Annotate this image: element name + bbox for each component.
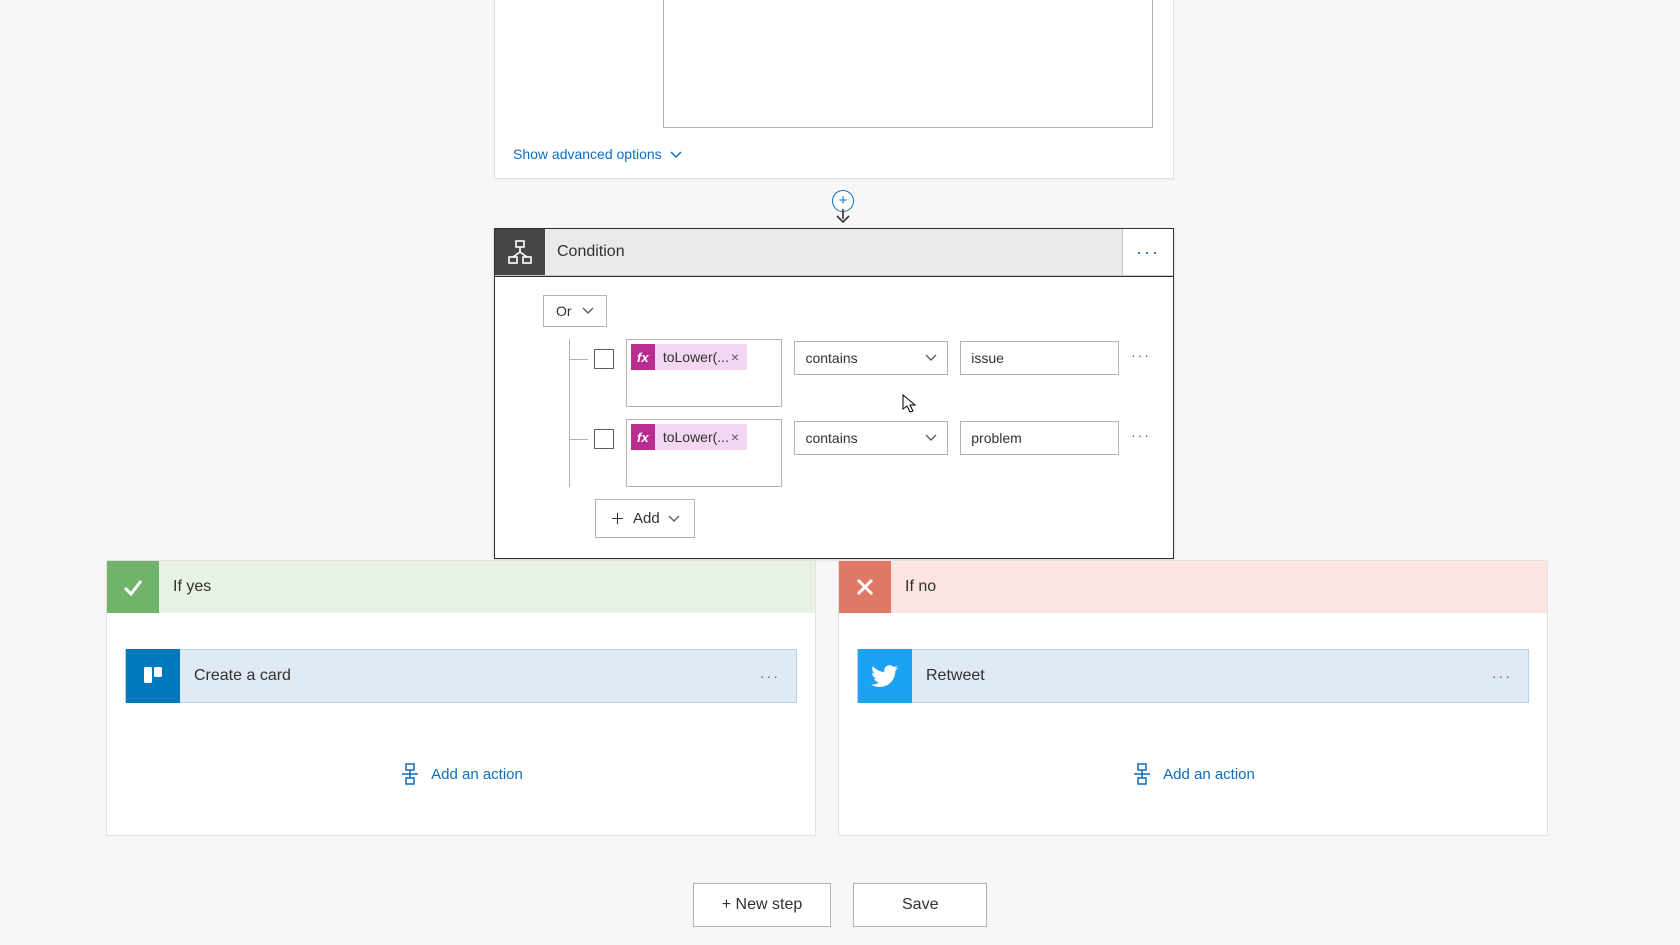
condition-value-input[interactable]: issue [960,341,1119,375]
row-menu-button[interactable]: ··· [1131,347,1151,363]
if-no-branch: If no Retweet ··· Add an action [838,560,1548,836]
add-action-link[interactable]: Add an action [399,763,523,785]
show-advanced-label: Show advanced options [513,146,662,162]
fx-icon: fx [631,344,655,370]
condition-header[interactable]: Condition ··· [495,229,1173,276]
chevron-down-icon [925,434,937,442]
token-text: toLower(... [655,349,729,365]
branch-no-header: If no [839,561,1547,613]
condition-left-operand-field[interactable]: fx toLower(... × [626,419,783,487]
operator-label: contains [805,350,857,366]
add-label: Add [633,510,660,527]
condition-row: fx toLower(... × contains problem ··· [570,419,1151,487]
condition-operator-dropdown[interactable]: contains [794,341,948,375]
insert-action-icon [1131,763,1153,785]
row-checkbox[interactable] [594,429,614,449]
add-condition-button[interactable]: ＋ Add [595,499,695,538]
chevron-down-icon [668,515,680,523]
row-checkbox[interactable] [594,349,614,369]
condition-value-input[interactable]: problem [960,421,1119,455]
check-icon [107,561,159,613]
trello-icon [126,649,180,703]
branch-yes-body: Create a card ··· Add an action [107,613,815,835]
action-title: Create a card [180,667,744,685]
add-action-label: Add an action [431,766,523,783]
action-menu-button[interactable]: ··· [1476,668,1528,684]
remove-token-icon[interactable]: × [729,349,747,365]
fx-icon: fx [631,424,655,450]
branch-yes-label: If yes [159,578,225,596]
remove-token-icon[interactable]: × [729,429,747,445]
condition-icon [495,229,545,275]
footer-buttons: + New step Save [0,883,1680,927]
branch-no-body: Retweet ··· Add an action [839,613,1547,835]
expression-token-tolower[interactable]: fx toLower(... × [631,424,747,450]
action-menu-button[interactable]: ··· [744,668,796,684]
token-text: toLower(... [655,429,729,445]
branch-yes-header: If yes [107,561,815,613]
close-icon [839,561,891,613]
step-connector: + [832,190,854,231]
condition-title: Condition [545,229,1123,275]
chevron-down-icon [670,146,682,162]
add-action-label: Add an action [1163,766,1255,783]
expression-token-tolower[interactable]: fx toLower(... × [631,344,747,370]
show-advanced-options-link[interactable]: Show advanced options [513,146,682,162]
previous-action-card: Twitter Handle and Name Combined: fx con… [494,0,1174,179]
insert-action-icon [399,763,421,785]
operator-label: contains [805,430,857,446]
chevron-down-icon [925,354,937,362]
action-title: Retweet [912,667,1476,685]
condition-body: Or fx toLower(... × contains [495,276,1173,558]
condition-operator-dropdown[interactable]: contains [794,421,948,455]
branch-no-label: If no [891,578,950,596]
plus-icon: ＋ [610,508,625,529]
condition-menu-button[interactable]: ··· [1123,229,1173,275]
save-button[interactable]: Save [853,883,987,927]
condition-row: fx toLower(... × contains issue ··· [570,339,1151,407]
condition-card: Condition ··· Or fx toLower(... × contai… [494,228,1174,559]
condition-left-operand-field[interactable]: fx toLower(... × [626,339,783,407]
add-action-link[interactable]: Add an action [1131,763,1255,785]
value-text: issue [971,350,1004,366]
twitter-icon [858,649,912,703]
new-step-button[interactable]: + New step [693,883,831,927]
condition-rows: fx toLower(... × contains issue ··· [569,339,1151,487]
twitter-handle-field[interactable]: Twitter Handle and Name Combined: fx con… [663,0,1153,128]
retweet-action[interactable]: Retweet ··· [857,649,1529,703]
if-yes-branch: If yes Create a card ··· Add an [106,560,816,836]
condition-group-operator-dropdown[interactable]: Or [543,295,607,327]
or-label: Or [556,303,572,319]
row-menu-button[interactable]: ··· [1131,427,1151,443]
chevron-down-icon [582,307,594,315]
value-text: problem [971,430,1022,446]
create-card-action[interactable]: Create a card ··· [125,649,797,703]
